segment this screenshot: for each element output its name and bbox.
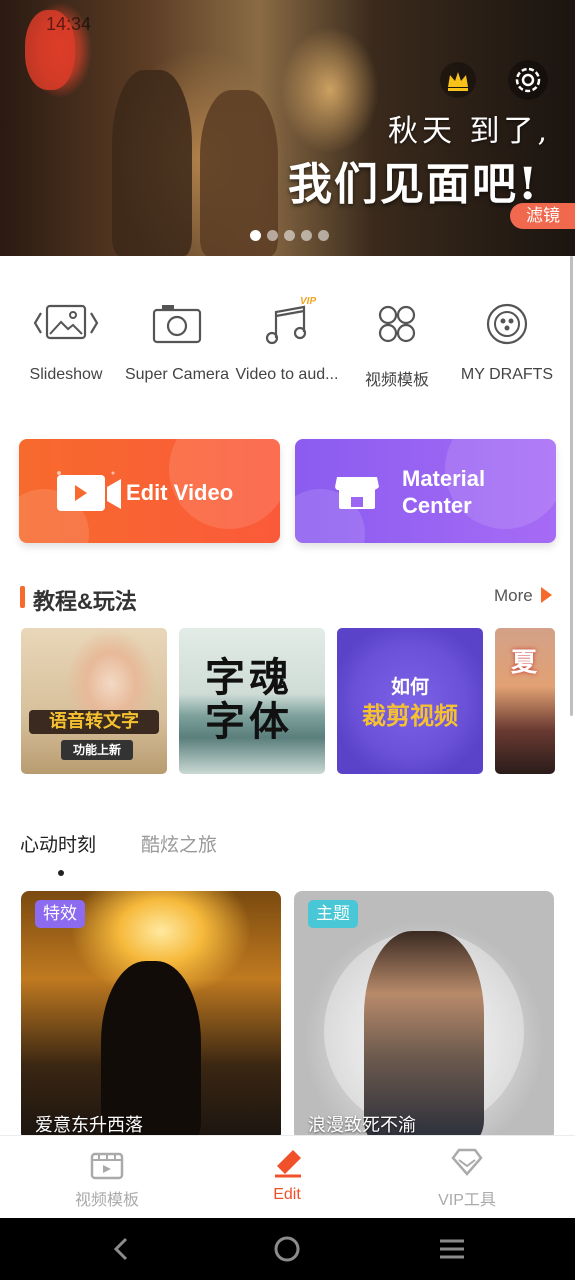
carousel-dot[interactable] [318,230,329,241]
active-tab-indicator [58,870,64,876]
video-camera-icon [55,469,127,524]
store-icon [333,467,383,522]
status-time: 14:34 [46,14,92,34]
tool-my-drafts[interactable]: MY DRAFTS [452,296,562,384]
slideshow-icon [11,296,121,352]
tool-label: Super Camera [124,366,230,383]
nav-video-template[interactable]: 视频模板 [37,1136,177,1210]
feature-tag: 特效 [35,900,85,928]
feature-caption: 浪漫致死不渝 [308,1115,416,1135]
music-note-icon: VIP [232,296,342,352]
tutorial-card[interactable]: 语音转文字 功能上新 [21,628,167,774]
nav-label: 视频模板 [74,1192,139,1209]
camera-icon [122,296,232,352]
tool-slideshow[interactable]: Slideshow [11,296,121,384]
carousel-dot[interactable] [301,230,312,241]
edit-video-title: Edit Video [126,480,234,505]
section-accent-bar [20,586,25,608]
tutorial-card[interactable]: 夏 [495,628,555,774]
tool-label: 视频模板 [364,372,429,389]
material-center-card[interactable]: Material Center [295,439,556,543]
crown-icon[interactable] [440,62,476,98]
carousel-dots [250,230,329,241]
tab-cool-journey[interactable]: 酷炫之旅 [141,830,217,857]
menu-icon[interactable] [438,1235,466,1268]
nav-label: VIP工具 [438,1192,496,1209]
carousel-dot[interactable] [250,230,261,241]
vip-diamond-icon [397,1136,537,1186]
tool-label: MY DRAFTS [460,366,554,383]
drafts-icon [452,296,562,352]
tool-video-to-audio[interactable]: VIP Video to aud... [232,296,342,384]
home-icon[interactable] [273,1235,301,1268]
top-banner[interactable]: 14:34 秋天 到了, 我们见面吧! 滤镜 [0,0,575,256]
tutorial-line1: 语音转文字 [29,710,159,734]
carousel-dot[interactable] [284,230,295,241]
tutorial-line1: 字魂 [205,655,293,701]
gear-icon[interactable] [508,60,548,100]
status-bar: 14:34 [0,0,575,46]
tool-video-template[interactable]: 视频模板 [342,296,452,390]
material-line1: Material [402,466,486,491]
banner-line1: 秋天 到了, [388,114,552,149]
material-center-title: Material Center [402,465,485,519]
tutorial-line1: 夏 [511,648,538,678]
more-link[interactable]: More [494,586,533,606]
filter-tag[interactable]: 滤镜 [510,203,575,229]
feature-card[interactable]: 主题 浪漫致死不渝 [294,891,554,1141]
feature-card[interactable]: 特效 爱意东升西落 [21,891,281,1141]
tutorials-title: 教程&玩法 [33,589,137,614]
tutorial-card[interactable]: 字魂 字体 [179,628,325,774]
couple-photo [364,931,484,1141]
tool-super-camera[interactable]: Super Camera [122,296,232,384]
template-icon [342,296,452,352]
tool-label: Video to aud... [235,366,339,383]
system-navigation-bar [0,1218,575,1280]
material-line2: Center [402,493,472,518]
tutorial-card[interactable]: 如何 裁剪视频 [337,628,483,774]
bottom-navigation: 视频模板 Edit VIP工具 [0,1135,575,1218]
scrollbar[interactable] [570,256,573,716]
tool-label: Slideshow [29,366,103,383]
tab-heartbeat-moments[interactable]: 心动时刻 [20,830,96,857]
tutorial-line2: 字体 [205,699,293,745]
nav-edit[interactable]: Edit [217,1136,357,1204]
edit-video-card[interactable]: Edit Video [19,439,280,543]
edit-icon [217,1136,357,1186]
tutorial-line2: 功能上新 [61,740,133,760]
tutorial-line2: 裁剪视频 [362,702,458,730]
vip-badge: VIP [300,296,317,307]
video-template-icon [37,1136,177,1186]
feature-tag: 主题 [308,900,358,928]
nav-vip-tools[interactable]: VIP工具 [397,1136,537,1210]
tutorial-line1: 如何 [390,676,429,698]
banner-line2: 我们见面吧! [288,159,540,210]
nav-label: Edit [273,1186,301,1203]
back-icon[interactable] [108,1235,136,1268]
more-arrow-icon[interactable] [541,587,552,603]
feature-caption: 爱意东升西落 [35,1115,143,1135]
carousel-dot[interactable] [267,230,278,241]
